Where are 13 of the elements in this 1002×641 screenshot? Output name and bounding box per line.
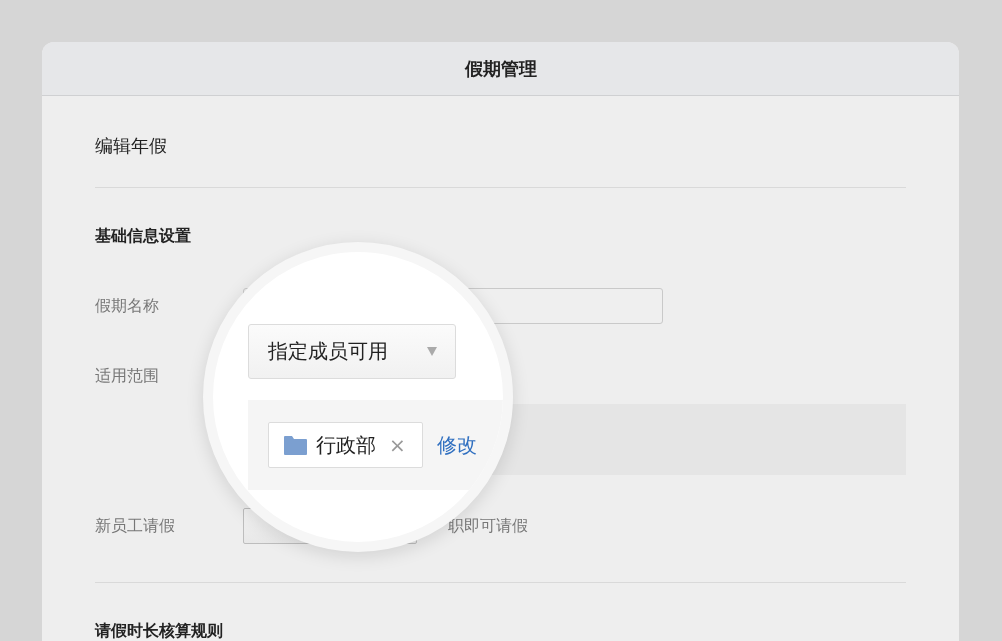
- window-title: 假期管理: [464, 56, 537, 81]
- section-title: 基础信息设置: [95, 225, 192, 247]
- field-label: 适用范围: [95, 365, 160, 387]
- department-chip: 行政部 ×: [268, 422, 423, 468]
- folder-icon: [284, 435, 307, 455]
- field-label: 假期名称: [95, 295, 160, 317]
- page-title: 编辑年假: [95, 134, 168, 158]
- caret-icon: [427, 347, 437, 356]
- field-label: 新员工请假: [95, 515, 176, 537]
- scope-select[interactable]: 指定成员可用: [248, 324, 456, 379]
- remove-button[interactable]: ×: [385, 433, 406, 457]
- edit-link[interactable]: 修改: [436, 431, 477, 459]
- section-title: 请假时长核算规则: [95, 620, 224, 641]
